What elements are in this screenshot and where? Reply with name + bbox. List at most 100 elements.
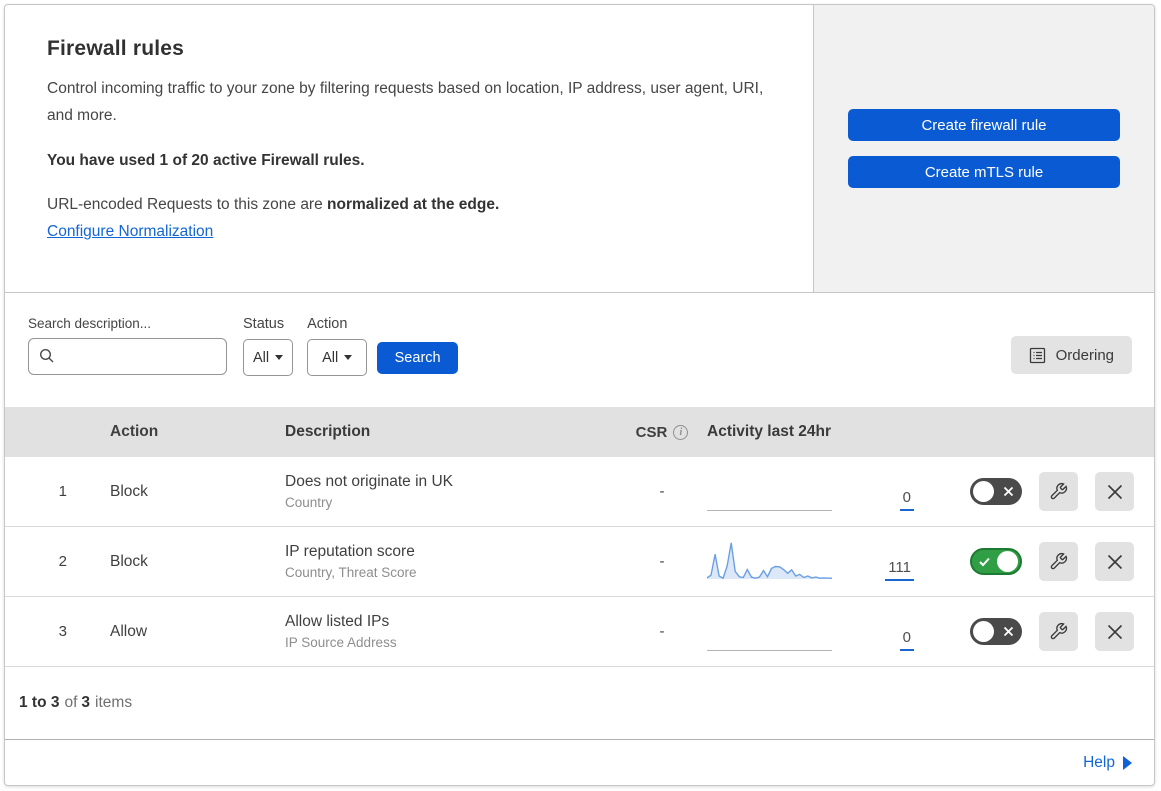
toggle-knob — [973, 621, 994, 642]
rule-action: Block — [110, 552, 148, 570]
rule-priority: 2 — [58, 553, 67, 570]
configure-normalization-link[interactable]: Configure Normalization — [47, 223, 213, 240]
items-of-word: of — [64, 694, 78, 711]
help-bar: Help — [5, 739, 1154, 785]
ordering-list-icon — [1029, 347, 1045, 363]
rule-enabled-toggle[interactable] — [970, 548, 1022, 575]
activity-sparkline — [707, 539, 832, 581]
rule-fields: Country — [285, 495, 333, 510]
rule-action: Allow — [110, 622, 148, 640]
search-input[interactable] — [28, 338, 227, 375]
edit-rule-button[interactable] — [1039, 542, 1078, 581]
action-dropdown[interactable]: All — [307, 339, 368, 376]
rule-fields: IP Source Address — [285, 635, 397, 650]
rule-fields: Country, Threat Score — [285, 565, 417, 580]
rule-description: Allow listed IPs — [285, 613, 390, 630]
rule-description: Does not originate in UK — [285, 473, 454, 490]
edit-cell — [1022, 472, 1078, 511]
help-label: Help — [1083, 753, 1115, 771]
wrench-icon — [1050, 622, 1068, 640]
ordering-button-label: Ordering — [1055, 346, 1114, 364]
rule-priority: 1 — [58, 483, 67, 500]
edit-rule-button[interactable] — [1039, 612, 1078, 651]
close-icon — [1107, 624, 1122, 639]
items-total: 3 — [81, 694, 91, 711]
csr-column-label: CSR — [635, 423, 668, 441]
description-column-header: Description — [285, 423, 371, 440]
actions-panel: Create firewall rule Create mTLS rule — [813, 5, 1154, 292]
rule-csr-value: - — [659, 623, 665, 640]
rule-csr-value: - — [659, 483, 665, 500]
close-icon — [1107, 484, 1122, 499]
rule-csr-value: - — [659, 553, 665, 570]
ordering-button[interactable]: Ordering — [1010, 336, 1132, 374]
status-label: Status — [243, 316, 285, 332]
search-label: Search description... — [28, 316, 152, 331]
rule-description-cell: Allow listed IPs IP Source Address — [242, 613, 617, 650]
rule-description: IP reputation score — [285, 543, 415, 560]
delete-rule-button[interactable] — [1095, 472, 1134, 511]
csr-column-header: CSR i — [617, 424, 707, 441]
delete-rule-button[interactable] — [1095, 612, 1134, 651]
action-value: All — [322, 349, 339, 366]
rule-activity-cell: 0 — [707, 457, 922, 526]
create-mtls-rule-button[interactable]: Create mTLS rule — [848, 156, 1120, 188]
items-word: items — [95, 694, 133, 711]
edit-cell — [1022, 542, 1078, 581]
edit-rule-button[interactable] — [1039, 472, 1078, 511]
toggle-x-icon — [1003, 486, 1014, 497]
filter-bar: Search description... Status All Action … — [5, 293, 1154, 407]
rule-toggle-cell — [922, 548, 1022, 575]
rule-toggle-cell — [922, 618, 1022, 645]
caret-down-icon — [275, 355, 284, 360]
pagination-summary: 1 to 3 of 3 items — [5, 667, 1154, 739]
normalization-prefix: URL-encoded Requests to this zone are — [47, 196, 328, 214]
rule-enabled-toggle[interactable] — [970, 478, 1022, 505]
table-header: Action Description CSR i Activity last 2… — [5, 407, 1154, 457]
toggle-knob — [973, 481, 994, 502]
search-button[interactable]: Search — [377, 342, 459, 374]
triangle-right-icon — [1123, 755, 1132, 770]
delete-rule-button[interactable] — [1095, 542, 1134, 581]
rule-action: Block — [110, 482, 148, 500]
help-link[interactable]: Help — [1083, 754, 1132, 772]
normalization-bold: normalized at the edge. — [327, 196, 500, 214]
activity-column-header: Activity last 24hr — [707, 423, 832, 440]
rule-activity-cell: 111 — [707, 527, 922, 596]
action-group: Action All — [307, 316, 368, 376]
rule-activity-cell: 0 — [707, 597, 922, 666]
caret-down-icon — [344, 355, 353, 360]
activity-count-link[interactable]: 111 — [885, 560, 914, 581]
rule-description-cell: Does not originate in UK Country — [242, 473, 617, 510]
search-group: Search description... — [28, 316, 227, 375]
page-header: Firewall rules Control incoming traffic … — [5, 5, 1154, 293]
status-value: All — [253, 349, 270, 366]
page-header-text: Firewall rules Control incoming traffic … — [5, 5, 813, 292]
activity-count-link[interactable]: 0 — [899, 490, 914, 511]
items-range: 1 to 3 — [19, 694, 60, 711]
rule-enabled-toggle[interactable] — [970, 618, 1022, 645]
activity-count-link[interactable]: 0 — [899, 630, 914, 651]
usage-summary: You have used 1 of 20 active Firewall ru… — [47, 152, 365, 170]
action-column-header: Action — [110, 423, 159, 440]
action-label: Action — [307, 316, 348, 332]
table-row: 1 Block Does not originate in UK Country… — [5, 457, 1154, 527]
info-icon[interactable]: i — [673, 424, 689, 440]
search-field-wrap — [28, 338, 227, 375]
activity-flatline — [707, 469, 832, 511]
delete-cell — [1078, 542, 1134, 581]
delete-cell — [1078, 472, 1134, 511]
table-row: 2 Block IP reputation score Country, Thr… — [5, 527, 1154, 597]
activity-flatline — [707, 609, 832, 651]
table-row: 3 Allow Allow listed IPs IP Source Addre… — [5, 597, 1154, 667]
firewall-rules-page: Firewall rules Control incoming traffic … — [4, 4, 1155, 786]
page-title: Firewall rules — [47, 37, 185, 60]
wrench-icon — [1050, 482, 1068, 500]
toggle-check-icon — [979, 557, 990, 567]
page-description: Control incoming traffic to your zone by… — [47, 80, 764, 124]
delete-cell — [1078, 612, 1134, 651]
rule-toggle-cell — [922, 478, 1022, 505]
toggle-x-icon — [1003, 626, 1014, 637]
create-firewall-rule-button[interactable]: Create firewall rule — [848, 109, 1120, 141]
status-dropdown[interactable]: All — [243, 339, 294, 376]
